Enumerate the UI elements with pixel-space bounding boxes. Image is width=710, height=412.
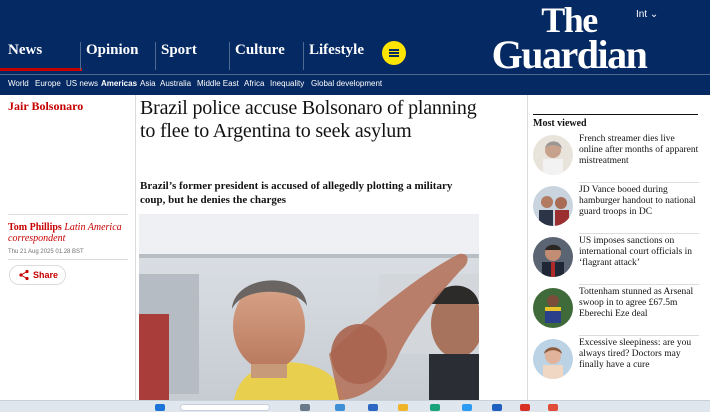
pillar-opinion[interactable]: Opinion (80, 42, 154, 70)
app-icon[interactable] (368, 404, 378, 411)
author-name[interactable]: Tom Phillips (8, 222, 62, 233)
most-viewed-headline: Tottenham stunned as Arsenal swoop in to… (579, 287, 694, 319)
sub-navigation: World Europe US news Americas Asia Austr… (0, 74, 710, 95)
byline: Tom Phillips Latin America correspondent (8, 222, 132, 244)
thumbnail-image (533, 186, 573, 226)
subnav-africa[interactable]: Africa (244, 79, 264, 88)
taskbar-search[interactable] (180, 404, 270, 411)
mail-icon[interactable] (492, 404, 502, 411)
most-viewed-item[interactable]: Tottenham stunned as Arsenal swoop in to… (533, 284, 699, 340)
subnav-americas[interactable]: Americas (101, 79, 137, 88)
divider (579, 233, 699, 234)
most-viewed-item[interactable]: JD Vance booed during hamburger handout … (533, 182, 699, 238)
column-divider (527, 95, 528, 405)
subnav-inequality[interactable]: Inequality (270, 79, 304, 88)
divider (579, 182, 699, 183)
divider (8, 259, 128, 260)
most-viewed-headline: JD Vance booed during hamburger handout … (579, 185, 696, 217)
most-viewed-headline: French streamer dies live online after m… (579, 134, 699, 166)
subnav-us-news[interactable]: US news (66, 79, 98, 88)
most-viewed-item[interactable]: US imposes sanctions on international co… (533, 233, 699, 289)
divider (533, 114, 698, 115)
thumbnail-image (533, 288, 573, 328)
edge-icon[interactable] (430, 404, 440, 411)
subnav-middle-east[interactable]: Middle East (197, 79, 239, 88)
hamburger-icon[interactable] (382, 41, 406, 65)
thumbnail-image (533, 135, 573, 175)
pillar-lifestyle[interactable]: Lifestyle (303, 42, 377, 70)
pillar-news[interactable]: News (0, 42, 82, 71)
hero-image (139, 214, 479, 400)
article-headline: Brazil police accuse Bolsonaro of planni… (140, 97, 477, 142)
subnav-europe[interactable]: Europe (35, 79, 61, 88)
share-icon (19, 269, 29, 281)
task-view-icon[interactable] (300, 404, 310, 411)
start-icon[interactable] (155, 404, 165, 411)
most-viewed-headline: Excessive sleepiness: are you always tir… (579, 338, 692, 370)
divider (579, 335, 699, 336)
share-button[interactable]: Share (9, 265, 66, 285)
article-standfirst: Brazil’s former president is accused of … (140, 180, 453, 206)
masthead: Int ⌄ The Guardian News Opinion Sport Cu… (0, 0, 710, 77)
publish-date: Thu 21 Aug 2025 01.28 BST (8, 249, 84, 255)
subnav-australia[interactable]: Australia (160, 79, 191, 88)
pillar-sport[interactable]: Sport (155, 42, 229, 70)
most-viewed-item[interactable]: Excessive sleepiness: are you always tir… (533, 335, 699, 391)
divider (579, 284, 699, 285)
divider (8, 214, 128, 215)
share-label: Share (33, 270, 59, 280)
os-taskbar (0, 400, 710, 412)
app-icon[interactable] (335, 404, 345, 411)
app-icon[interactable] (548, 404, 558, 411)
series-tag[interactable]: Jair Bolsonaro (8, 99, 83, 114)
subnav-world[interactable]: World (8, 79, 29, 88)
subnav-asia[interactable]: Asia (140, 79, 156, 88)
most-viewed-item[interactable]: French streamer dies live online after m… (533, 134, 699, 187)
folder-icon[interactable] (398, 404, 408, 411)
most-viewed-title: Most viewed (533, 118, 587, 129)
app-icon[interactable] (462, 404, 472, 411)
gmail-icon[interactable] (520, 404, 530, 411)
subnav-global-development[interactable]: Global development (311, 79, 382, 88)
logo-line-2: Guardian (491, 32, 648, 77)
column-divider (135, 95, 136, 405)
thumbnail-image (533, 237, 573, 277)
pillar-culture[interactable]: Culture (229, 42, 303, 70)
most-viewed-headline: US imposes sanctions on international co… (579, 236, 692, 268)
guardian-logo[interactable]: The Guardian (474, 2, 664, 77)
thumbnail-image (533, 339, 573, 379)
